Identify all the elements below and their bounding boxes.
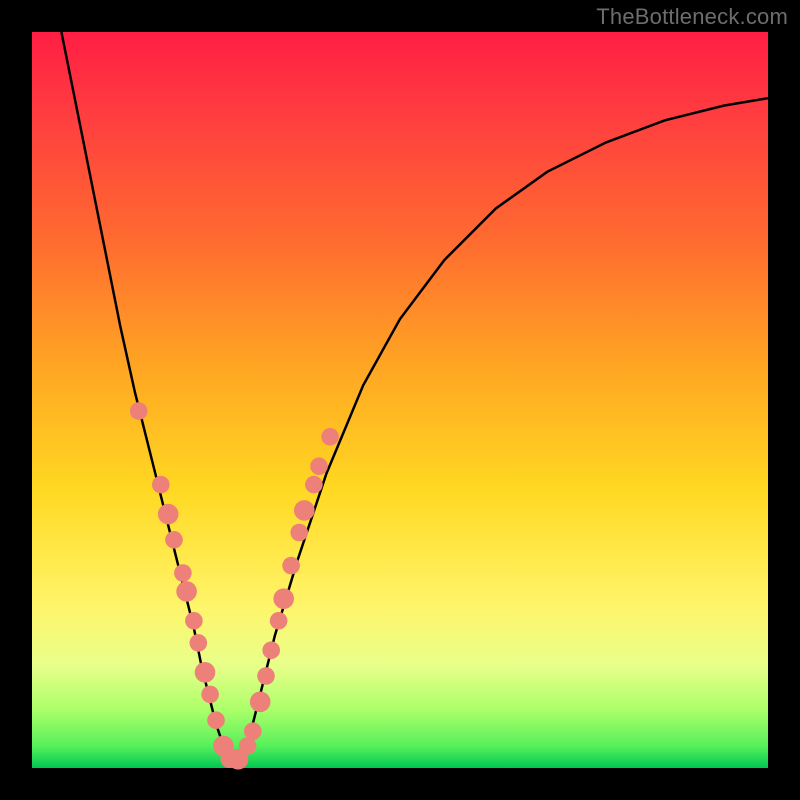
watermark-text: TheBottleneck.com xyxy=(596,4,788,30)
data-point xyxy=(305,476,323,494)
data-point xyxy=(282,557,300,575)
data-point xyxy=(185,612,203,630)
data-point xyxy=(176,581,197,602)
data-point xyxy=(207,711,225,729)
chart-frame: TheBottleneck.com xyxy=(0,0,800,800)
chart-plot-area xyxy=(32,32,768,768)
data-point xyxy=(257,667,275,685)
data-point xyxy=(250,692,271,713)
data-point xyxy=(165,531,183,549)
data-point xyxy=(130,402,148,420)
curve-right xyxy=(238,98,768,760)
data-point xyxy=(290,524,308,542)
data-point xyxy=(273,588,294,609)
data-point xyxy=(262,641,280,659)
data-point xyxy=(152,476,170,494)
marker-group xyxy=(130,402,339,769)
data-point xyxy=(158,504,179,525)
data-point xyxy=(294,500,315,521)
data-point xyxy=(244,722,262,740)
data-point xyxy=(310,457,328,475)
data-point xyxy=(321,428,339,446)
data-point xyxy=(195,662,216,683)
chart-svg xyxy=(32,32,768,768)
data-point xyxy=(174,564,192,582)
curve-left xyxy=(61,32,230,761)
data-point xyxy=(270,612,288,630)
data-point xyxy=(190,634,208,652)
data-point xyxy=(201,686,219,704)
